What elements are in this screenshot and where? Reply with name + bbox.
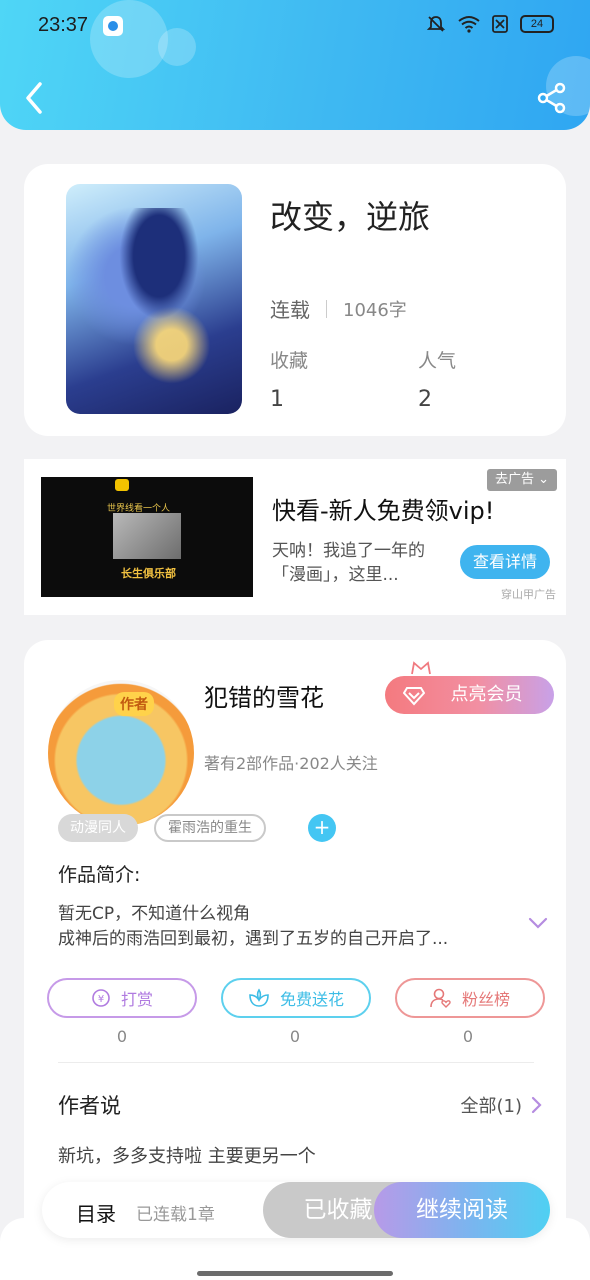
share-icon[interactable]	[536, 82, 568, 114]
book-cover[interactable]	[66, 184, 242, 414]
tag-item[interactable]: 霍雨浩的重生	[154, 814, 266, 842]
no-sim-icon	[492, 15, 508, 33]
author-says-text: 新坑，多多支持啦 主要更另一个	[58, 1146, 316, 1167]
intro-text[interactable]: 暂无CP，不知道什么视角 成神后的雨浩回到最初，遇到了五岁的自己开启了...	[58, 902, 498, 952]
stat-popularity: 人气 2	[418, 346, 456, 412]
book-title: 改变，逆旅	[270, 198, 431, 236]
ad-details-button[interactable]: 查看详情	[460, 545, 550, 579]
fan-ranking-label: 粉丝榜	[461, 990, 510, 1009]
stat-label: 收藏	[270, 350, 309, 372]
ad-logo-icon	[115, 479, 129, 491]
continue-reading-button[interactable]: 继续阅读	[374, 1182, 550, 1238]
toc-button[interactable]: 目录	[76, 1198, 116, 1227]
stat-value: 2	[418, 387, 432, 412]
decor-bubble	[158, 28, 196, 66]
fan-count: 0	[462, 1027, 474, 1046]
flower-icon	[249, 988, 269, 1007]
ad-title: 快看-新人免费领vip!	[272, 497, 495, 525]
send-flower-label: 免费送花	[279, 990, 344, 1009]
book-info-card: 改变，逆旅 连载 1046字 收藏 1 人气 2	[24, 164, 566, 436]
meta-divider	[326, 299, 327, 318]
app-notification-icon	[103, 16, 123, 36]
vip-button-label: 点亮会员	[450, 684, 523, 705]
ad-banner[interactable]: 世界线看一个人 长生俱乐部 快看-新人免费领vip! 天呐！我追了一年的「漫画」…	[24, 459, 566, 615]
add-tag-button[interactable]: +	[308, 814, 336, 842]
author-subtitle: 著有2部作品·202人关注	[204, 754, 378, 773]
author-name[interactable]: 犯错的雪花	[204, 678, 324, 713]
diamond-icon	[403, 687, 425, 706]
stat-value: 1	[270, 387, 284, 412]
tip-label: 打赏	[120, 990, 153, 1009]
fan-ranking-button[interactable]: 粉丝榜	[395, 978, 545, 1018]
book-meta: 连载 1046字	[270, 294, 407, 323]
chevron-right-icon	[531, 1096, 542, 1114]
intro-label: 作品简介:	[58, 864, 141, 886]
ad-description: 天呐！我追了一年的「漫画」，这里...	[272, 541, 425, 585]
stat-favorites: 收藏 1	[270, 346, 308, 412]
send-flower-button[interactable]: 免费送花	[221, 978, 371, 1018]
header: 23:37 24	[0, 0, 590, 130]
ad-image[interactable]: 世界线看一个人 长生俱乐部	[41, 477, 253, 597]
author-says-all-label: 全部(1)	[460, 1096, 523, 1117]
mute-bell-icon	[426, 16, 446, 32]
book-status: 连载	[270, 298, 310, 322]
ad-source: 穿山甲广告	[501, 588, 556, 601]
ad-close-label: 去广告	[494, 472, 534, 487]
ad-image-picture	[113, 513, 181, 559]
action-buttons: ¥ 打赏 免费送花 粉丝榜	[47, 978, 545, 1018]
decor-bubble	[90, 0, 168, 78]
chapter-count: 已连载1章	[136, 1205, 215, 1225]
crown-icon	[411, 661, 431, 675]
wifi-icon	[458, 16, 480, 33]
flower-count: 0	[289, 1027, 301, 1046]
intro-line: 成神后的雨浩回到最初，遇到了五岁的自己开启了...	[58, 929, 449, 949]
battery-icon: 24	[520, 15, 554, 33]
tip-count: 0	[116, 1027, 128, 1046]
expand-chevron-icon[interactable]	[528, 916, 548, 930]
word-count: 1046字	[343, 299, 407, 321]
author-says-all-link[interactable]: 全部(1)	[461, 1092, 543, 1118]
tag-item[interactable]: 动漫同人	[58, 814, 138, 842]
fan-user-icon	[430, 988, 451, 1008]
status-icons: 24	[426, 14, 554, 34]
intro-line: 暂无CP，不知道什么视角	[58, 904, 251, 924]
status-time: 23:37	[38, 14, 89, 36]
tip-button[interactable]: ¥ 打赏	[47, 978, 197, 1018]
section-divider	[58, 1062, 534, 1063]
ad-image-title: 长生俱乐部	[121, 567, 176, 580]
svg-text:¥: ¥	[98, 994, 104, 1005]
author-says-title: 作者说	[58, 1094, 121, 1118]
back-arrow-icon[interactable]	[20, 80, 50, 116]
coin-icon: ¥	[92, 989, 110, 1007]
tag-list: 动漫同人 霍雨浩的重生 +	[58, 814, 336, 842]
stat-label: 人气	[418, 350, 457, 372]
ad-close-button[interactable]: 去广告 ⌄	[486, 469, 557, 491]
author-badge: 作者	[114, 692, 154, 716]
bottom-action-bar: 目录 已连载1章 已收藏 继续阅读	[42, 1182, 550, 1238]
vip-button[interactable]: 点亮会员	[385, 676, 554, 714]
home-indicator[interactable]	[197, 1271, 393, 1276]
